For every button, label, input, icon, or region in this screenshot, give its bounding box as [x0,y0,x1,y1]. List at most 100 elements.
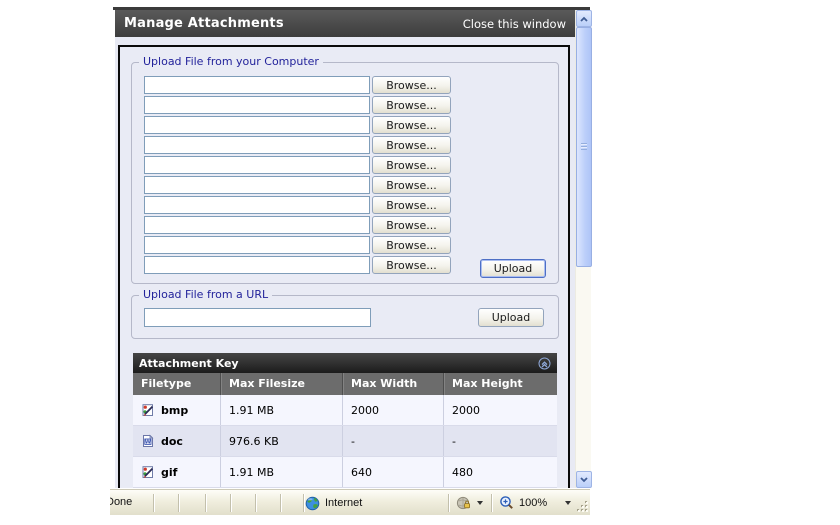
dialog-title: Manage Attachments [124,16,284,31]
statusbar-divider [491,494,492,512]
file-input-10[interactable] [144,256,370,274]
max-height-value: 2000 [443,395,557,425]
upload-url-button[interactable]: Upload [478,308,544,327]
statusbar-divider [303,494,304,512]
zone-label: Internet [325,497,363,509]
security-zone-indicator[interactable]: Internet [305,493,362,513]
statusbar-divider [178,494,179,512]
browse-button-9[interactable]: Browse... [372,236,451,254]
upload-files-button[interactable]: Upload [480,259,546,278]
upload-file-row: Browse... [132,196,558,216]
statusbar-divider [255,494,256,512]
scroll-down-button[interactable] [576,471,592,488]
browse-button-10[interactable]: Browse... [372,256,451,274]
file-input-6[interactable] [144,176,370,194]
file-input-3[interactable] [144,116,370,134]
upload-file-row: Browse... [132,236,558,256]
column-header: Max Width [342,373,443,395]
statusbar-divider [153,494,154,512]
attachment-key-columns: Filetype Max Filesize Max Width Max Heig… [133,373,557,395]
window-resize-grip[interactable] [576,500,589,513]
max-height-value: 480 [443,457,557,487]
upload-url-fieldset: Upload File from a URL Upload [131,288,559,339]
attachment-key-row: gif 1.91 MB 640 480 [133,457,557,488]
max-width-value: - [342,426,443,456]
browse-button-3[interactable]: Browse... [372,116,451,134]
attachment-key-header: Attachment Key [133,353,557,373]
attachment-key-table: Attachment Key Filetype Max Filesize Max… [133,353,557,488]
upload-rows: Browse... Browse... Browse... Browse... Brow… [132,76,558,276]
upload-url-legend: Upload File from a URL [139,288,273,302]
attachment-key-title: Attachment Key [139,356,239,370]
scroll-up-button[interactable] [576,10,592,27]
file-input-1[interactable] [144,76,370,94]
browse-button-2[interactable]: Browse... [372,96,451,114]
upload-file-row: Browse... [132,156,558,176]
max-filesize-value: 976.6 KB [220,426,342,456]
dialog-content-frame: Upload File from your Computer Browse...… [118,45,570,488]
scrollbar-thumb[interactable] [576,27,592,267]
image-file-icon [141,465,155,479]
browser-status-bar: Done Internet [110,489,590,515]
word-doc-icon: W [141,434,155,448]
upload-file-row: Browse... [132,116,558,136]
max-width-value: 640 [342,457,443,487]
svg-text:W: W [145,439,151,445]
collapse-chevrons-up-icon[interactable] [538,357,551,370]
filetype-label: gif [161,465,178,479]
scrollbar-track[interactable] [576,267,592,471]
filetype-label: doc [161,434,183,448]
file-input-5[interactable] [144,156,370,174]
file-input-9[interactable] [144,236,370,254]
upload-file-row: Browse... [132,76,558,96]
attachment-key-row: bmp 1.91 MB 2000 2000 [133,395,557,426]
vertical-scrollbar [575,10,592,488]
file-input-2[interactable] [144,96,370,114]
column-header: Max Filesize [220,373,342,395]
internet-globe-icon [305,496,320,510]
chevron-up-icon [580,16,588,22]
file-input-8[interactable] [144,216,370,234]
dialog-body: Upload File from your Computer Browse...… [115,37,575,488]
dialog-titlebar: Manage Attachments Close this window [115,10,575,37]
browse-button-1[interactable]: Browse... [372,76,451,94]
zoom-level-button[interactable]: 100% [499,493,572,513]
image-file-icon [141,403,155,417]
statusbar-divider [280,494,281,512]
file-input-7[interactable] [144,196,370,214]
upload-file-row: Browse... [132,216,558,236]
chevron-down-icon [580,476,588,482]
upload-file-row: Browse... [132,96,558,116]
browse-button-5[interactable]: Browse... [372,156,451,174]
url-input[interactable] [144,308,371,327]
attachment-key-rows: bmp 1.91 MB 2000 2000 Wdoc 976.6 KB - - gif 1.91 … [133,395,557,488]
column-header: Filetype [141,377,192,390]
column-header: Max Height [443,373,557,395]
upload-computer-fieldset: Upload File from your Computer Browse...… [131,55,559,284]
zoom-magnifier-icon [500,496,513,509]
close-window-link[interactable]: Close this window [463,17,566,31]
browse-button-4[interactable]: Browse... [372,136,451,154]
upload-file-row: Browse... [132,176,558,196]
statusbar-divider [205,494,206,512]
status-text: Done [110,496,133,508]
dropdown-caret-icon [565,501,572,505]
browse-button-6[interactable]: Browse... [372,176,451,194]
screenshot-canvas: Manage Attachments Close this window Upl… [0,0,840,525]
browse-button-8[interactable]: Browse... [372,216,451,234]
max-height-value: - [443,426,557,456]
max-width-value: 2000 [342,395,443,425]
upload-file-row: Browse... [132,136,558,156]
globe-lock-icon [456,496,471,510]
file-input-4[interactable] [144,136,370,154]
max-filesize-value: 1.91 MB [220,395,342,425]
max-filesize-value: 1.91 MB [220,457,342,487]
dropdown-caret-icon [477,501,483,505]
statusbar-divider [230,494,231,512]
upload-computer-legend: Upload File from your Computer [139,55,323,69]
statusbar-divider [448,494,449,512]
filetype-label: bmp [161,403,189,417]
protected-mode-button[interactable] [456,493,483,513]
browse-button-7[interactable]: Browse... [372,196,451,214]
attachment-key-row: Wdoc 976.6 KB - - [133,426,557,457]
